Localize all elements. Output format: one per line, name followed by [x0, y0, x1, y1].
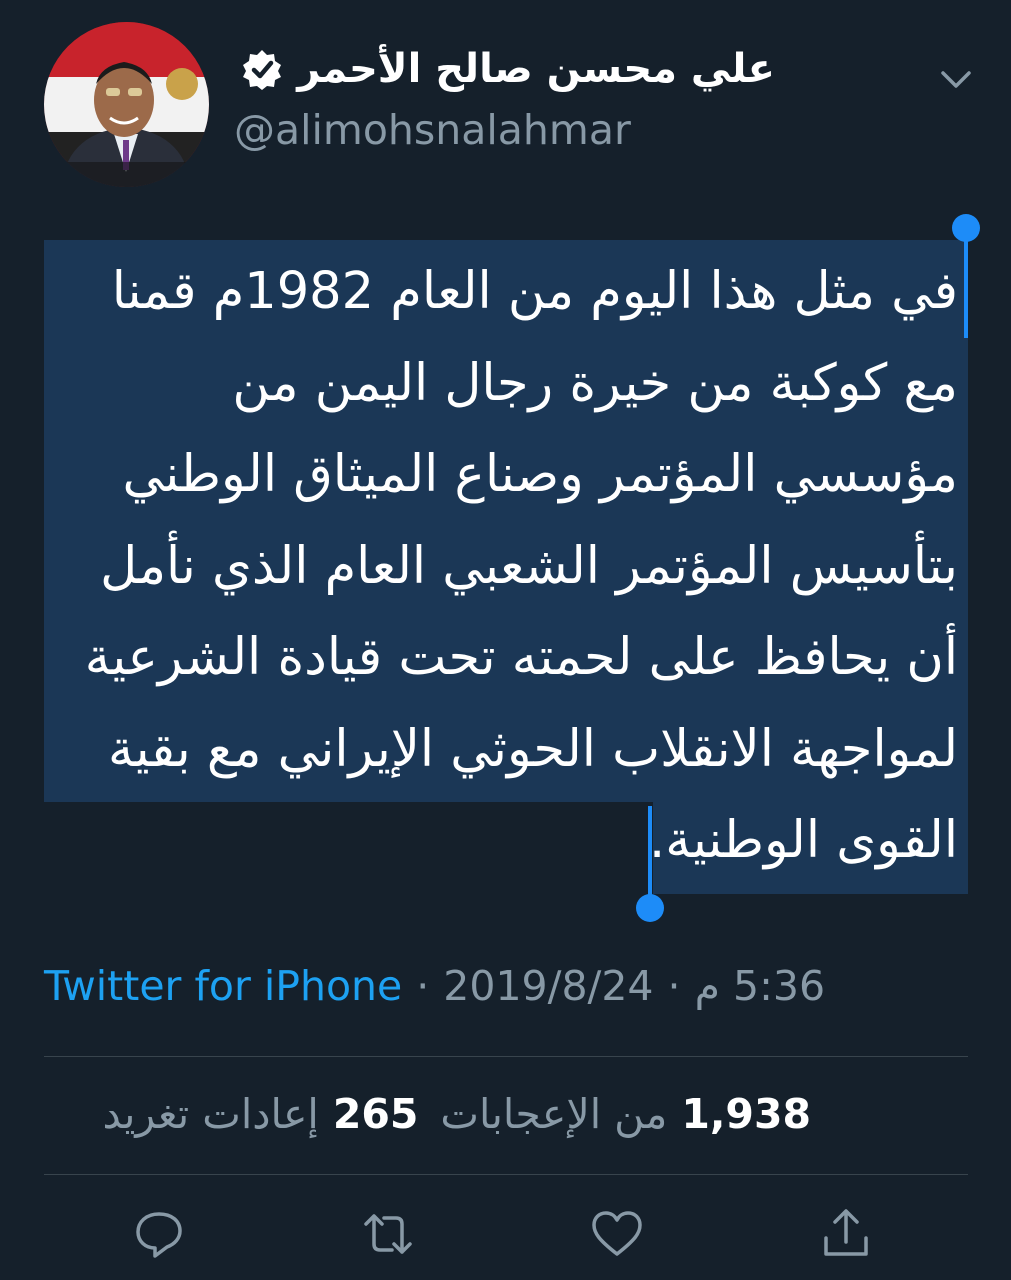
- like-button[interactable]: [589, 1206, 645, 1262]
- tweet-line: القوى الوطنية.: [649, 811, 958, 870]
- likes-stat[interactable]: 1,938 من الإعجابات: [440, 1090, 811, 1138]
- author-name-row[interactable]: علي محسن صالح الأحمر: [241, 46, 775, 92]
- tweet-line: أن يحافظ على لحمته تحت قيادة الشرعية: [84, 628, 958, 687]
- avatar[interactable]: [44, 22, 209, 187]
- author-display-name[interactable]: علي محسن صالح الأحمر: [297, 46, 775, 92]
- share-button[interactable]: [818, 1206, 874, 1262]
- tweet-time: 5:36 م: [694, 962, 826, 1010]
- meta-separator: ·: [667, 962, 681, 1010]
- share-icon: [824, 1209, 868, 1256]
- reply-button[interactable]: [131, 1206, 187, 1262]
- divider: [44, 1056, 968, 1057]
- retweet-button[interactable]: [360, 1206, 416, 1262]
- author-handle[interactable]: @alimohsnalahmar: [234, 106, 631, 154]
- likes-count: 1,938: [681, 1090, 811, 1138]
- tweet-stats: 1,938 من الإعجابات 265 إعادات تغريد: [102, 1090, 811, 1138]
- tweet-line: بتأسيس المؤتمر الشعبي العام الذي نأمل: [100, 536, 958, 596]
- tweet-text[interactable]: في مثل هذا اليوم من العام 1982م قمنا مع …: [48, 246, 958, 887]
- tweet-detail-screen: علي محسن صالح الأحمر @alimohsnalahmar في…: [0, 0, 1011, 1280]
- verified-badge-icon: [243, 50, 282, 90]
- heart-icon: [592, 1211, 642, 1256]
- reply-icon: [136, 1212, 182, 1258]
- selection-start-handle[interactable]: [952, 214, 980, 242]
- meta-separator: ·: [416, 962, 430, 1010]
- selection-end-handle[interactable]: [636, 894, 664, 922]
- likes-label: من الإعجابات: [440, 1090, 668, 1138]
- tweet-text-selection[interactable]: في مثل هذا اليوم من العام 1982م قمنا مع …: [44, 214, 980, 922]
- retweets-count: 265: [332, 1090, 419, 1138]
- tweet-line: لمواجهة الانقلاب الحوثي الإيراني مع بقية: [108, 719, 958, 779]
- tweet-line: مع كوكبة من خيرة رجال اليمن من: [232, 353, 958, 413]
- tweet-actions: [0, 1206, 1011, 1266]
- divider: [44, 1174, 968, 1175]
- tweet-meta: Twitter for iPhone · 2019/8/24 · 5:36 م: [44, 962, 825, 1010]
- profile-photo: [44, 22, 209, 187]
- selection-start-handle-bar: [964, 240, 968, 338]
- retweet-icon: [364, 1214, 412, 1254]
- tweet-line: مؤسسي المؤتمر وصناع الميثاق الوطني: [122, 445, 958, 504]
- selection-end-handle-bar: [648, 806, 652, 902]
- retweets-stat[interactable]: 265 إعادات تغريد: [102, 1090, 418, 1138]
- tweet-line: في مثل هذا اليوم من العام 1982م قمنا: [111, 262, 958, 321]
- retweets-label: إعادات تغريد: [102, 1090, 319, 1138]
- tweet-source-link[interactable]: Twitter for iPhone: [44, 962, 402, 1010]
- tweet-date: 2019/8/24: [443, 962, 654, 1010]
- chevron-down-icon[interactable]: [936, 64, 976, 94]
